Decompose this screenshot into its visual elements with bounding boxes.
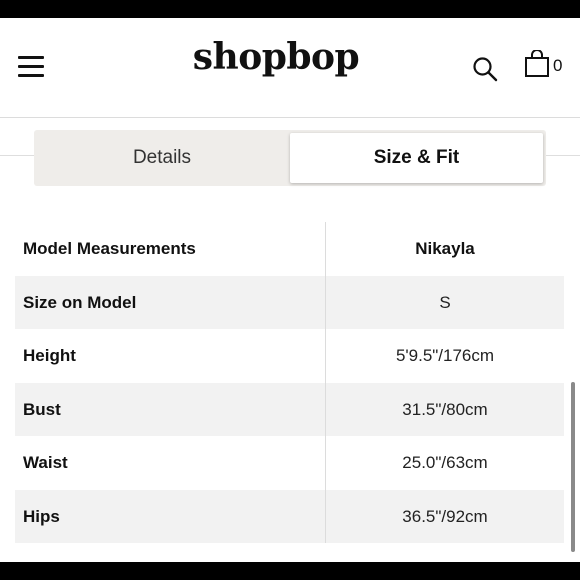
row-value: 5'9.5"/176cm [395,346,495,365]
app-screen: shopbop 0 Details Size & Fit Model Measu… [0,18,580,562]
column-divider [325,222,326,543]
table-row: Model Measurements Nikayla [15,222,564,276]
shopping-bag-icon[interactable] [524,50,550,78]
table-row: Size on Model S [15,275,564,329]
size-fit-table: Model Measurements Nikayla Size on Model… [15,222,564,543]
row-label: Size on Model [23,292,137,312]
table-row: Hips 36.5"/92cm [15,489,564,543]
row-value: 36.5"/92cm [402,506,488,526]
tab-size-fit[interactable]: Size & Fit [290,133,543,183]
table-row: Waist 25.0"/63cm [15,436,564,490]
table-row: Height 5'9.5"/176cm [15,329,564,383]
row-value: S [439,292,451,312]
search-icon[interactable] [472,56,498,82]
scrollbar[interactable] [571,382,575,552]
table-row: Bust 31.5"/80cm [15,382,564,436]
row-label: Model Measurements [23,239,196,258]
site-header: shopbop 0 [0,18,580,118]
row-label: Height [23,346,76,365]
bag-count[interactable]: 0 [553,56,562,76]
shopbop-logo[interactable]: shopbop [0,36,552,78]
row-value: 25.0"/63cm [402,453,488,472]
row-value: Nikayla [415,239,475,258]
tab-details[interactable]: Details [37,133,287,183]
row-value: 31.5"/80cm [402,399,488,419]
row-label: Bust [23,399,61,419]
tab-bar: Details Size & Fit [34,130,546,186]
row-label: Hips [23,506,60,526]
row-label: Waist [23,453,68,472]
header-divider [0,117,580,118]
